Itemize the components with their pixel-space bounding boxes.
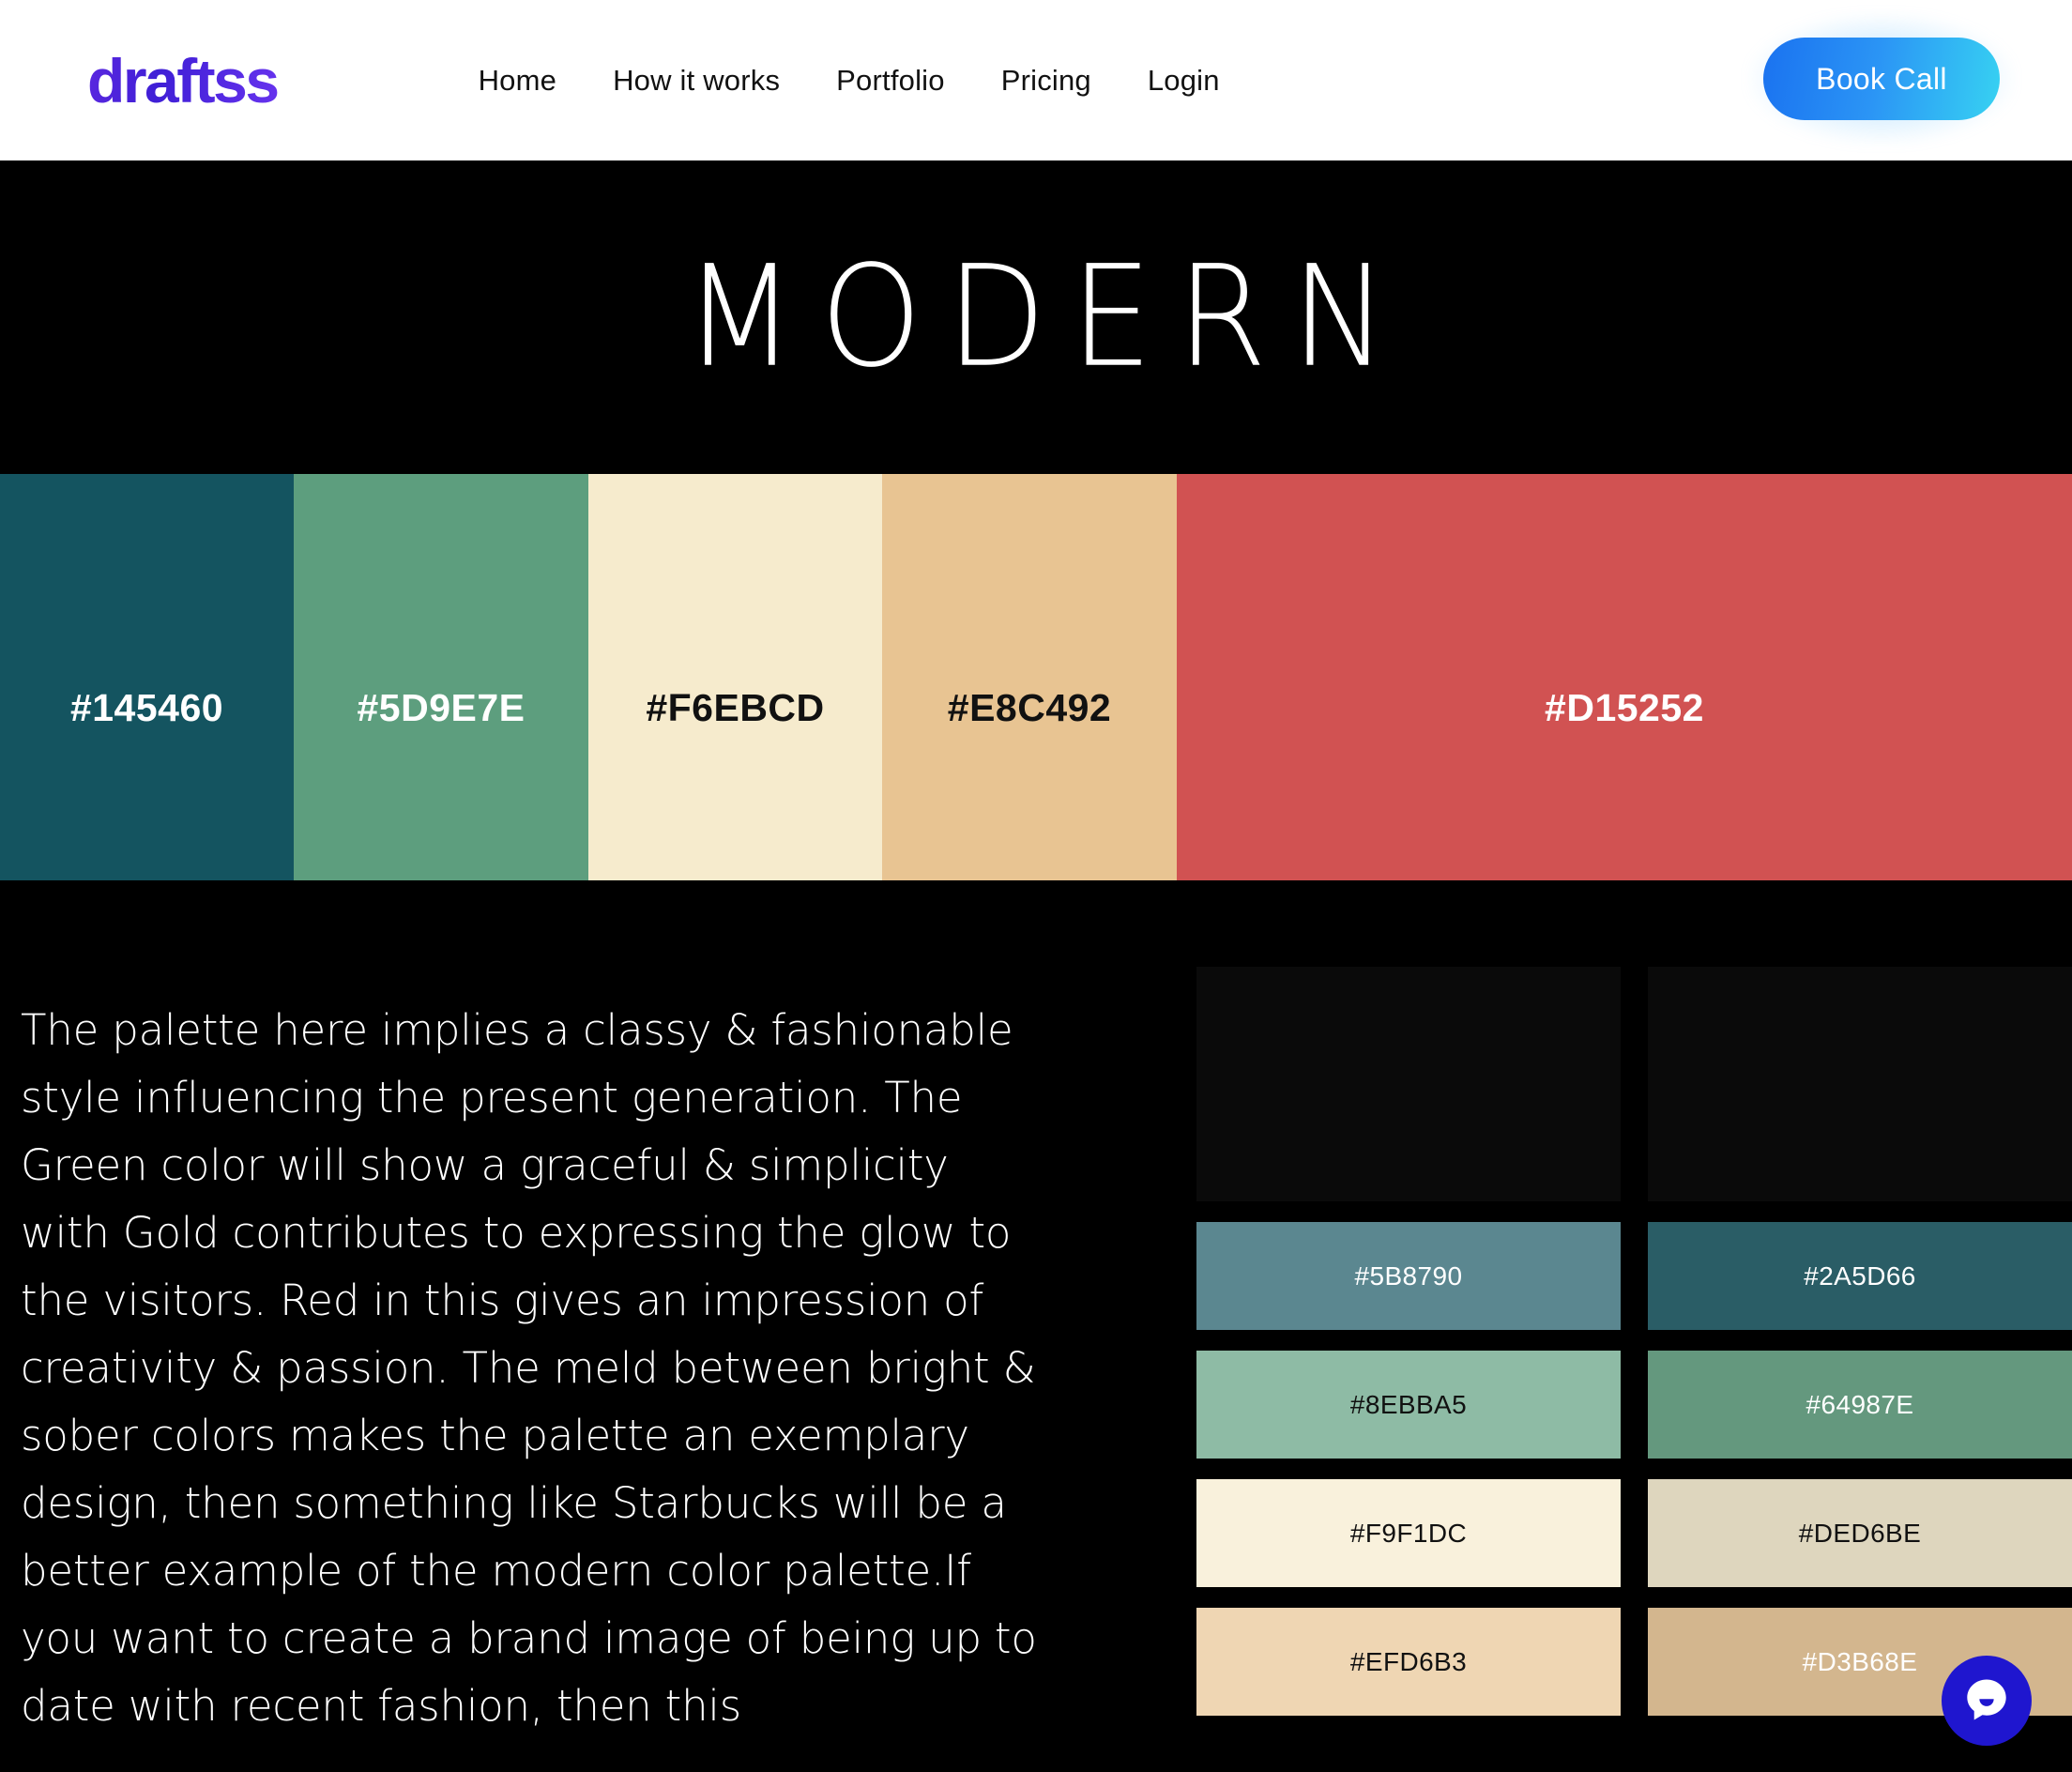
palette-swatch[interactable]: #F6EBCD	[588, 474, 882, 880]
brand-logo[interactable]: draftss	[87, 50, 280, 112]
palette-swatch[interactable]: #D15252	[1177, 474, 2072, 880]
page-title: MODERN	[683, 235, 1413, 399]
nav-item-how-it-works[interactable]: How it works	[585, 64, 808, 98]
shade-swatch[interactable]: #F9F1DC	[1196, 1479, 1621, 1587]
page-root: draftss Home How it works Portfolio Pric…	[0, 0, 2072, 1772]
chat-bubble-icon	[1961, 1675, 2012, 1726]
palette-swatch[interactable]: #5D9E7E	[294, 474, 588, 880]
hero-section: MODERN	[0, 160, 2072, 474]
palette-swatch-label: #D15252	[1545, 685, 1704, 729]
shade-swatch[interactable]: #8EBBA5	[1196, 1351, 1621, 1459]
palette-swatch-strip: #145460 #5D9E7E #F6EBCD #E8C492 #D15252	[0, 474, 2072, 880]
nav-item-portfolio[interactable]: Portfolio	[808, 64, 973, 98]
chat-widget-button[interactable]	[1942, 1656, 2032, 1746]
nav-item-login[interactable]: Login	[1120, 64, 1248, 98]
palette-swatch[interactable]: #E8C492	[882, 474, 1177, 880]
palette-detail-section: The palette here implies a classy & fash…	[0, 880, 2072, 1772]
palette-description: The palette here implies a classy & fash…	[21, 1005, 1037, 1731]
main-navigation: Home How it works Portfolio Pricing Logi…	[450, 64, 1248, 98]
shade-swatch[interactable]: #2A5D66	[1648, 1222, 2072, 1330]
nav-item-pricing[interactable]: Pricing	[973, 64, 1120, 98]
shade-swatch[interactable]: #5B8790	[1196, 1222, 1621, 1330]
book-call-button[interactable]: Book Call	[1763, 38, 2000, 120]
shade-variation-grid: #5B8790 #2A5D66 #8EBBA5 #64987E #F9F1DC #DED6…	[1196, 967, 2072, 1716]
book-call-container: Book Call	[1748, 13, 2015, 145]
palette-swatch-label: #E8C492	[947, 685, 1112, 729]
site-header: draftss Home How it works Portfolio Pric…	[0, 0, 2072, 160]
palette-swatch-label: #5D9E7E	[357, 685, 526, 729]
shade-swatch[interactable]	[1196, 967, 1621, 1201]
shade-swatch[interactable]: #DED6BE	[1648, 1479, 2072, 1587]
palette-swatch[interactable]: #145460	[0, 474, 294, 880]
shade-swatch[interactable]	[1648, 967, 2072, 1201]
shade-swatch[interactable]: #64987E	[1648, 1351, 2072, 1459]
nav-item-home[interactable]: Home	[450, 64, 586, 98]
shade-swatch[interactable]: #EFD6B3	[1196, 1608, 1621, 1716]
palette-swatch-label: #145460	[69, 685, 224, 729]
palette-swatch-label: #F6EBCD	[646, 685, 825, 729]
